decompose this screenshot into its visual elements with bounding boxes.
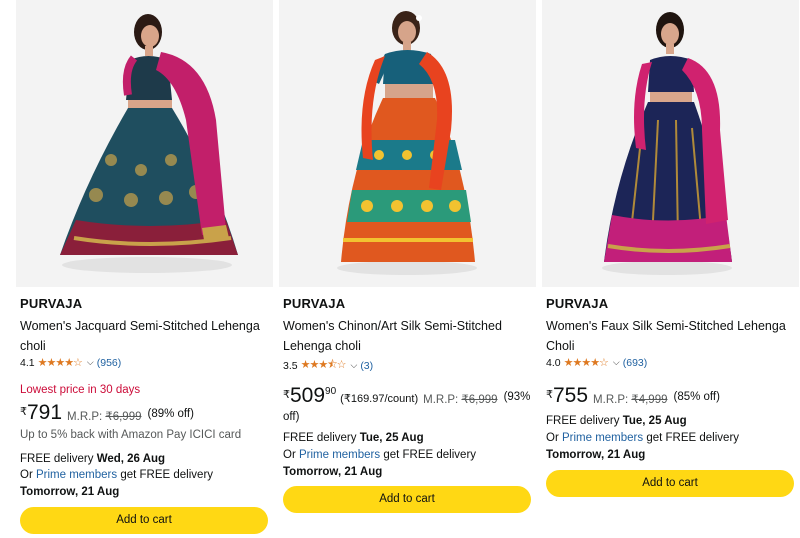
delivery-date: Tue, 25 Aug: [622, 415, 687, 427]
delivery-info: FREE delivery Wed, 26 Aug: [20, 453, 166, 465]
discount-wrap: off): [283, 411, 300, 423]
product-card: PURVAJA Women's Jacquard Semi-Stitched L…: [16, 0, 273, 538]
price-whole: 755: [553, 384, 589, 407]
star-rating-icon: ★★★⯪☆: [300, 359, 347, 371]
lehenga-navy-pink-dupatta-icon: [542, 0, 799, 287]
star-rating-icon: ★★★★☆: [563, 357, 609, 369]
price-whole: 791: [27, 401, 63, 424]
rating-row[interactable]: 4.0 ★★★★☆ ⌵ (693): [546, 356, 648, 370]
rating-value: 4.0: [546, 356, 561, 369]
chevron-down-icon[interactable]: ⌵: [87, 357, 94, 368]
product-image[interactable]: [542, 0, 799, 287]
price-whole: 509: [290, 384, 326, 407]
unit-price: (₹169.97/count): [340, 393, 419, 405]
mrp-value: ₹6,999: [461, 394, 498, 406]
product-title[interactable]: Women's Chinon/Art Silk Semi-Stitched Le…: [283, 316, 531, 356]
prime-members-link[interactable]: Prime members: [299, 449, 380, 461]
lehenga-multicolor-orange-dupatta-icon: [279, 0, 536, 287]
delivery-date: Tue, 25 Aug: [359, 432, 424, 444]
prime-delivery: Or Prime members get FREE delivery Tomor…: [546, 432, 740, 461]
product-image[interactable]: [16, 0, 273, 287]
delivery-info: FREE delivery Tue, 25 Aug: [546, 415, 687, 427]
rating-value: 4.1: [20, 356, 35, 369]
mrp-value: ₹4,999: [631, 394, 668, 406]
product-grid: PURVAJA Women's Jacquard Semi-Stitched L…: [0, 0, 800, 538]
delivery-info: FREE delivery Tue, 25 Aug: [283, 432, 424, 444]
mrp-label: M.R.P: ₹6,999: [67, 411, 142, 423]
prime-delivery: Or Prime members get FREE delivery Tomor…: [283, 449, 477, 478]
price-currency: ₹: [283, 389, 290, 401]
chevron-down-icon[interactable]: ⌵: [350, 360, 357, 371]
mrp-label: M.R.P: ₹6,999: [423, 394, 498, 406]
price-row: ₹ 755 M.R.P: ₹4,999 (85% off): [546, 385, 720, 407]
prime-delivery-date: Tomorrow, 21 Aug: [283, 466, 383, 478]
lehenga-teal-pink-dupatta-icon: [16, 0, 273, 287]
discount: (85% off): [673, 391, 720, 403]
review-count[interactable]: (693): [623, 357, 648, 369]
product-image[interactable]: [279, 0, 536, 287]
product-brand: PURVAJA: [283, 296, 346, 311]
prime-delivery-date: Tomorrow, 21 Aug: [546, 449, 646, 461]
discount: (93%: [503, 391, 531, 403]
add-to-cart-button[interactable]: Add to cart: [20, 507, 268, 534]
price-fraction: 90: [325, 386, 337, 397]
add-to-cart-button[interactable]: Add to cart: [546, 470, 794, 497]
prime-members-link[interactable]: Prime members: [562, 432, 643, 444]
mrp-label: M.R.P: ₹4,999: [593, 394, 668, 406]
delivery-date: Wed, 26 Aug: [96, 453, 166, 465]
prime-members-link[interactable]: Prime members: [36, 469, 117, 481]
prime-delivery-date: Tomorrow, 21 Aug: [20, 486, 120, 498]
price-currency: ₹: [20, 406, 27, 418]
cashback-offer: Up to 5% back with Amazon Pay ICICI card: [20, 429, 242, 441]
price-currency: ₹: [546, 389, 553, 401]
product-card: PURVAJA Women's Faux Silk Semi-Stitched …: [542, 0, 799, 538]
rating-value: 3.5: [283, 359, 298, 372]
rating-row[interactable]: 4.1 ★★★★☆ ⌵ (956): [20, 356, 122, 370]
price-row: ₹ 791 M.R.P: ₹6,999 (89% off): [20, 402, 194, 424]
deal-badge: Lowest price in 30 days: [20, 384, 141, 396]
price-row: ₹ 509 90 (₹169.97/count) M.R.P: ₹6,999 (…: [283, 385, 530, 407]
add-to-cart-button[interactable]: Add to cart: [283, 486, 531, 513]
mrp-value: ₹6,999: [105, 411, 142, 423]
discount: (89% off): [147, 408, 194, 420]
review-count[interactable]: (956): [97, 357, 122, 369]
prime-delivery: Or Prime members get FREE delivery Tomor…: [20, 469, 214, 498]
review-count[interactable]: (3): [360, 360, 373, 372]
chevron-down-icon[interactable]: ⌵: [613, 357, 620, 368]
product-card: PURVAJA Women's Chinon/Art Silk Semi-Sti…: [279, 0, 536, 538]
star-rating-icon: ★★★★☆: [37, 357, 83, 369]
rating-row[interactable]: 3.5 ★★★⯪☆ ⌵ (3): [283, 356, 373, 375]
product-brand: PURVAJA: [20, 296, 83, 311]
product-brand: PURVAJA: [546, 296, 609, 311]
product-title[interactable]: Women's Faux Silk Semi-Stitched Lehenga …: [546, 316, 794, 356]
product-title[interactable]: Women's Jacquard Semi-Stitched Lehenga c…: [20, 316, 268, 356]
